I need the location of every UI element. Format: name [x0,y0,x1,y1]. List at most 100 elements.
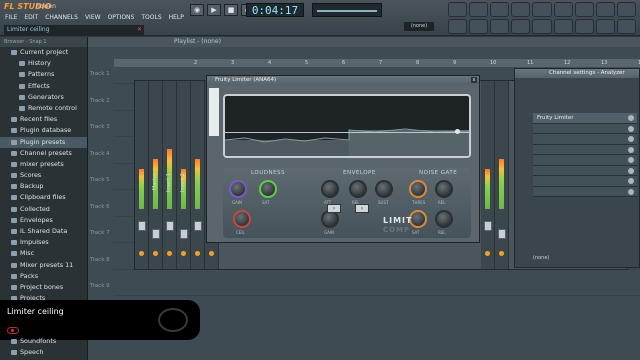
tool-icon[interactable] [490,2,510,17]
browser-item[interactable]: Channel presets [0,148,87,159]
browser-item[interactable]: Scores [0,170,87,181]
browser-item[interactable]: Remote control [0,103,87,114]
tool-icon[interactable] [595,2,615,17]
volume-fader[interactable] [166,221,174,231]
volume-fader[interactable] [194,221,202,231]
stop-button[interactable]: ■ [224,4,238,16]
tool-icon[interactable] [490,19,510,34]
strip-led[interactable] [485,251,490,256]
limit-mode-label[interactable]: LIMIT [383,216,412,225]
slot-mix-knob[interactable] [628,178,634,184]
limiter-knob[interactable] [229,180,247,198]
close-icon[interactable]: ✕ [137,25,142,35]
tool-icon[interactable] [469,2,489,17]
tool-icon[interactable] [532,2,552,17]
strip-led[interactable] [195,251,200,256]
slot-mix-knob[interactable] [628,188,634,195]
play-button[interactable]: ▶ [207,4,221,16]
track-label[interactable]: Track 6 [90,204,110,210]
strip-led[interactable] [181,251,186,256]
browser-item[interactable]: Mixer presets 11 [0,260,87,271]
tool-icon[interactable] [553,19,573,34]
tool-icon[interactable] [469,19,489,34]
limiter-knob[interactable] [349,180,367,198]
effect-slot[interactable] [533,155,637,166]
effect-slot[interactable] [533,186,637,197]
strip-led[interactable] [209,251,214,256]
prev-mode-button[interactable]: › [327,204,341,213]
menu-item[interactable]: VIEW [84,13,102,22]
strip-led[interactable] [167,251,172,256]
menu-item[interactable]: OPTIONS [107,13,136,22]
slot-mix-knob[interactable] [628,125,634,132]
tool-icon[interactable] [511,19,531,34]
browser-item[interactable]: IL Shared Data [0,226,87,237]
browser-item[interactable]: History [0,58,87,69]
menu-item[interactable]: FILE [4,13,18,22]
browser-item[interactable]: Recent files [0,114,87,125]
browser-item[interactable]: Envelopes [0,215,87,226]
slot-mix-knob[interactable] [628,115,634,121]
mixer-strip[interactable] [495,81,509,269]
effect-slot[interactable] [533,144,637,155]
tool-icon[interactable] [616,19,636,34]
browser-item[interactable]: Soundfonts [0,336,88,347]
limiter-knob[interactable] [375,180,393,198]
tool-icon[interactable] [595,19,615,34]
effect-slot[interactable] [533,123,637,134]
volume-fader[interactable] [484,221,492,231]
browser-item[interactable]: Effects [0,81,87,92]
effect-slot[interactable] [533,134,637,145]
tool-icon[interactable] [616,2,636,17]
next-mode-button[interactable]: › [355,204,369,213]
browser-item[interactable]: Misc [0,248,87,259]
effect-slot[interactable] [533,176,637,187]
strip-led[interactable] [153,251,158,256]
browser-item[interactable]: Packs [0,271,87,282]
track-label[interactable]: Track 5 [90,177,110,183]
browser-item[interactable]: Plugin presets [0,136,87,148]
track-label[interactable]: Track 7 [90,230,110,236]
slot-mix-knob[interactable] [628,136,634,142]
browser-item[interactable]: mixer presets [0,159,87,170]
mixer-strip[interactable] [481,81,495,269]
tool-icon[interactable] [532,19,552,34]
mixer-strip[interactable] [135,81,149,269]
tool-icon[interactable] [574,2,594,17]
browser-item[interactable]: Patterns [0,69,87,80]
browser-item[interactable]: Backup [0,181,87,192]
track-label[interactable]: Track 3 [90,124,110,130]
menu-item[interactable]: CHANNELS [44,13,79,22]
tool-icon[interactable] [511,2,531,17]
pattern-song-toggle[interactable]: ◉ [190,4,204,16]
slot-mix-knob[interactable] [628,157,634,163]
comp-mode-label[interactable]: COMP [383,226,410,234]
volume-fader[interactable] [498,229,506,239]
tool-icon[interactable] [574,19,594,34]
track-label[interactable]: Track 4 [90,151,110,157]
timeline-ruler[interactable]: 234567891011121314 [114,59,640,67]
ceiling-handle[interactable] [455,129,460,134]
track-label[interactable]: Track 9 [90,283,110,289]
effect-slot[interactable]: Fruity Limiter [533,113,637,124]
browser-item[interactable]: Speech [0,347,88,358]
browser-item[interactable]: Current project [0,47,87,58]
limiter-knob[interactable] [435,180,453,198]
snap-selector[interactable]: (none) [404,22,434,31]
volume-fader[interactable] [180,229,188,239]
limiter-knob[interactable] [435,210,453,228]
mixer-strip[interactable] [191,81,205,269]
browser-item[interactable]: Plugin database [0,125,87,136]
track-label[interactable]: Track 8 [90,257,110,263]
close-icon[interactable]: x [471,77,477,83]
browser-item[interactable]: Impulses [0,237,87,248]
volume-fader[interactable] [138,221,146,231]
limiter-knob[interactable] [259,180,277,198]
track-label[interactable]: Track 1 [90,71,110,77]
strip-led[interactable] [139,251,144,256]
limiter-knob[interactable] [409,180,427,198]
plugin-side-menu[interactable] [209,88,219,136]
menu-item[interactable]: TOOLS [140,13,162,22]
browser-item[interactable]: Clipboard files [0,192,87,203]
limiter-knob[interactable] [233,210,251,228]
